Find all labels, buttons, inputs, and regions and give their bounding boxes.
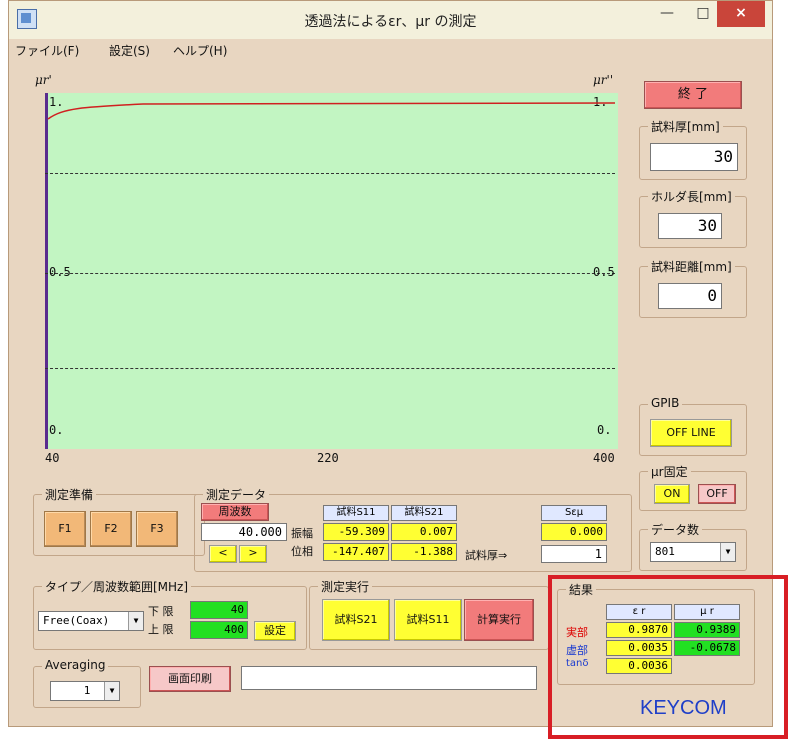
- data-count-value: 801: [655, 545, 675, 558]
- chevron-down-icon: ▼: [720, 543, 735, 561]
- seu-header: Sεμ: [541, 505, 607, 521]
- f1-button[interactable]: F1: [44, 511, 86, 547]
- run-s11-button[interactable]: 試料S11: [394, 599, 462, 641]
- set-range-button[interactable]: 設定: [254, 621, 296, 641]
- prep-label: 測定準備: [42, 486, 97, 503]
- run-s21-button[interactable]: 試料S21: [322, 599, 390, 641]
- trace-svg: [47, 102, 616, 120]
- seu-value: 0.000: [541, 523, 607, 541]
- upper-limit-input[interactable]: 400: [190, 621, 248, 639]
- sample-distance-input[interactable]: 0: [658, 283, 722, 309]
- measure-data-group: 測定データ 周波数 40.000 < > 振幅 位相 試料S11 試料S21 -…: [194, 486, 632, 572]
- run-group: 測定実行 試料S21 試料S11 計算実行: [309, 578, 549, 650]
- thickness-input[interactable]: 1: [541, 545, 607, 563]
- amp-s21-value: 0.007: [391, 523, 457, 541]
- print-screen-button[interactable]: 画面印刷: [149, 666, 231, 692]
- minimize-button[interactable]: —: [649, 1, 685, 27]
- s11-header: 試料S11: [323, 505, 389, 521]
- frequency-input[interactable]: 40.000: [201, 523, 287, 541]
- upper-limit-label: 上 限: [148, 623, 174, 636]
- type-select[interactable]: Free(Coax) ▼: [38, 611, 144, 631]
- lower-limit-input[interactable]: 40: [190, 601, 248, 619]
- run-label: 測定実行: [318, 578, 373, 595]
- x-tick: 400: [593, 451, 615, 465]
- chevron-down-icon: ▼: [128, 612, 143, 630]
- menu-bar: ファイル(F) 設定(S) ヘルプ(H): [9, 39, 772, 59]
- gpib-label: GPIB: [648, 396, 683, 410]
- title-bar: 透過法によるεr、μr の測定 — □ ×: [9, 1, 772, 39]
- frequency-label-button: 周波数: [201, 503, 269, 521]
- prev-frequency-button[interactable]: <: [209, 545, 237, 563]
- f2-button[interactable]: F2: [90, 511, 132, 547]
- chevron-down-icon: ▼: [104, 682, 119, 700]
- brand-logo: KEYCOM: [640, 697, 727, 719]
- sample-thickness-input[interactable]: 30: [650, 143, 738, 171]
- sample-thickness-label: 試料厚[mm]: [648, 118, 723, 135]
- amp-s11-value: -59.309: [323, 523, 389, 541]
- sample-thickness-group: 試料厚[mm] 30: [639, 118, 747, 180]
- data-count-group: データ数 801 ▼: [639, 521, 747, 571]
- prep-group: 測定準備 F1 F2 F3: [33, 486, 205, 556]
- calculate-button[interactable]: 計算実行: [464, 599, 534, 641]
- sample-distance-group: 試料距離[mm] 0: [639, 258, 747, 318]
- mu-fixed-on-button[interactable]: ON: [654, 484, 690, 504]
- mu-fixed-group: μr固定 ON OFF: [639, 463, 747, 511]
- plot-panel: μr' μr'' 1. 0.5 0. 1. 0.5 0. 40 220 400: [23, 63, 631, 465]
- gpib-offline-button[interactable]: OFF LINE: [650, 419, 732, 447]
- menu-settings[interactable]: 設定(S): [109, 42, 150, 59]
- holder-length-label: ホルダ長[mm]: [648, 188, 735, 205]
- mu-real-trace: [47, 102, 616, 120]
- next-frequency-button[interactable]: >: [239, 545, 267, 563]
- mu-fixed-label: μr固定: [648, 463, 691, 480]
- holder-length-input[interactable]: 30: [658, 213, 722, 239]
- x-tick: 40: [45, 451, 60, 465]
- phase-s11-value: -147.407: [323, 543, 389, 561]
- averaging-value: 1: [83, 684, 91, 697]
- close-button[interactable]: ×: [717, 1, 765, 27]
- averaging-group: Averaging 1 ▼: [33, 658, 141, 708]
- f3-button[interactable]: F3: [136, 511, 178, 547]
- holder-length-group: ホルダ長[mm] 30: [639, 188, 747, 248]
- mu-fixed-off-button[interactable]: OFF: [698, 484, 736, 504]
- phase-label: 位相: [291, 545, 313, 558]
- gpib-group: GPIB OFF LINE: [639, 396, 747, 456]
- s21-header: 試料S21: [391, 505, 457, 521]
- data-count-label: データ数: [648, 521, 703, 538]
- measure-data-label: 測定データ: [203, 486, 270, 503]
- menu-help[interactable]: ヘルプ(H): [173, 42, 227, 59]
- averaging-select[interactable]: 1 ▼: [50, 681, 120, 701]
- status-field: [241, 666, 537, 690]
- lower-limit-label: 下 限: [148, 605, 174, 618]
- type-value: Free(Coax): [43, 614, 110, 627]
- averaging-label: Averaging: [42, 658, 109, 672]
- x-tick: 220: [317, 451, 339, 465]
- end-button[interactable]: 終 了: [644, 81, 742, 109]
- type-range-group: タイプ／周波数範囲[MHz] Free(Coax) ▼ 下 限 上 限 40 4…: [33, 578, 307, 650]
- amplitude-label: 振幅: [291, 527, 313, 540]
- menu-file[interactable]: ファイル(F): [15, 42, 79, 59]
- sample-distance-label: 試料距離[mm]: [648, 258, 735, 275]
- maximize-button[interactable]: □: [685, 1, 721, 27]
- thickness-arrow-label: 試料厚⇒: [465, 549, 508, 562]
- phase-s21-value: -1.388: [391, 543, 457, 561]
- type-range-label: タイプ／周波数範囲[MHz]: [42, 578, 192, 595]
- data-count-select[interactable]: 801 ▼: [650, 542, 736, 562]
